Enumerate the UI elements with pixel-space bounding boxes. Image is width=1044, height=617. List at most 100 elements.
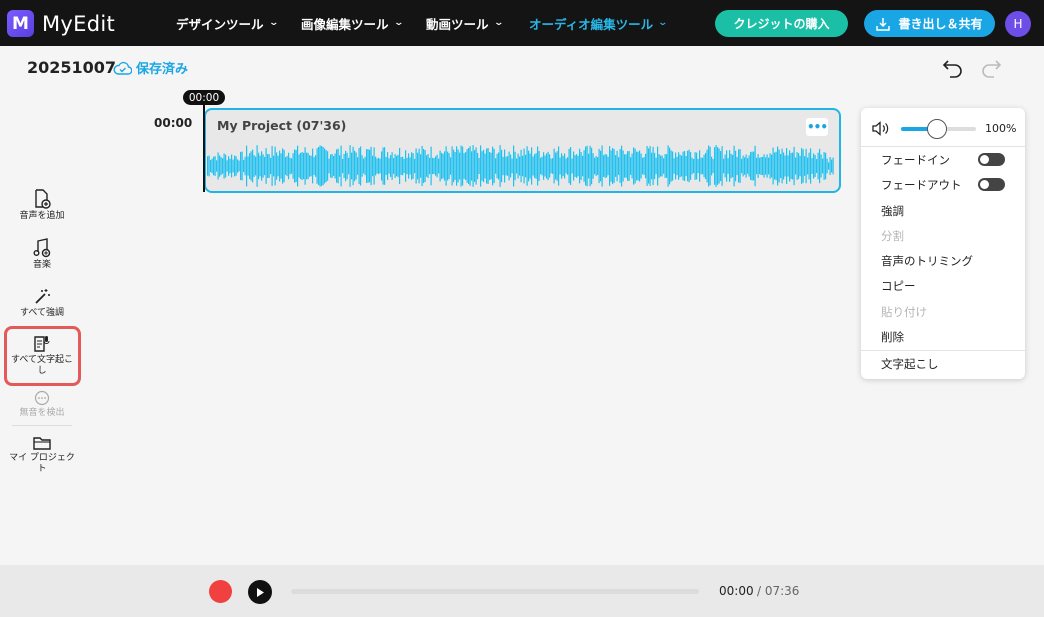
play-button[interactable] [248, 580, 272, 604]
waveform-bar [231, 154, 233, 178]
redo-icon[interactable] [980, 58, 1002, 78]
waveform-bar [477, 152, 479, 180]
waveform-bar [544, 155, 546, 177]
waveform-bar [247, 156, 249, 176]
waveform-bar [613, 149, 615, 183]
menu-fade-out[interactable]: フェードアウト [881, 177, 962, 193]
time-separator: / [757, 584, 765, 598]
waveform-bar [459, 152, 461, 180]
waveform-bar [366, 149, 368, 183]
waveform-bar [580, 152, 582, 180]
menu-trim-audio[interactable]: 音声のトリミング [881, 253, 973, 269]
waveform-bar [472, 145, 474, 187]
waveform-bar [244, 156, 246, 176]
clip-more-button[interactable]: ••• [806, 118, 828, 136]
waveform-bar [406, 157, 408, 175]
export-share-button[interactable]: 書き出し＆共有 [864, 10, 995, 37]
tool-my-projects[interactable]: マイ プロジェクト [8, 435, 76, 475]
waveform-bar [432, 157, 434, 175]
menu-copy[interactable]: コピー [881, 278, 916, 294]
waveform-bar [517, 153, 519, 179]
waveform-bar [331, 153, 333, 179]
waveform-bar [375, 156, 377, 176]
nav-image-tools[interactable]: 画像編集ツール ⌄ [301, 0, 404, 46]
waveform-bar [273, 155, 275, 177]
buy-credits-button[interactable]: クレジットの購入 [715, 10, 848, 37]
waveform-bar [769, 153, 771, 179]
waveform-bar [370, 146, 372, 186]
waveform-bar [700, 157, 702, 175]
waveform-bar [232, 159, 234, 173]
fade-in-toggle[interactable] [978, 153, 1005, 166]
menu-split[interactable]: 分割 [881, 228, 904, 244]
waveform-bar [514, 151, 516, 181]
waveform-bar [483, 149, 485, 183]
waveform-bar [774, 152, 776, 180]
waveform-bar [394, 154, 396, 178]
waveform-bar [600, 150, 602, 182]
waveform-bar [328, 158, 330, 174]
waveform-bar [736, 156, 738, 176]
waveform-bar [298, 154, 300, 178]
menu-paste[interactable]: 貼り付け [881, 304, 927, 320]
user-avatar[interactable]: H [1005, 11, 1031, 37]
menu-delete[interactable]: 削除 [881, 329, 904, 345]
volume-knob[interactable] [927, 119, 947, 139]
waveform-bar [484, 153, 486, 179]
nav-video-tools[interactable]: 動画ツール ⌄ [426, 0, 504, 46]
waveform-bar [535, 153, 537, 179]
waveform-bar [523, 148, 525, 184]
waveform-bar [714, 147, 716, 185]
waveform-bar [301, 152, 303, 180]
waveform-bar [783, 152, 785, 180]
waveform-bar [759, 157, 761, 175]
playback-progress[interactable] [291, 589, 699, 594]
waveform-bar [652, 146, 654, 186]
nav-label: 画像編集ツール [301, 16, 389, 32]
app-name: MyEdit [42, 11, 116, 36]
project-title[interactable]: 20251007 [27, 58, 116, 77]
menu-fade-in[interactable]: フェードイン [881, 152, 950, 168]
tool-add-audio[interactable]: 音声を追加 [8, 189, 76, 222]
waveform-bar [537, 146, 539, 186]
nav-audio-tools[interactable]: オーディオ編集ツール ⌄ [529, 0, 668, 46]
waveform-bar [505, 156, 507, 176]
record-button[interactable] [209, 580, 232, 603]
menu-enhance[interactable]: 強調 [881, 203, 904, 219]
menu-transcribe[interactable]: 文字起こし [881, 356, 939, 372]
waveform-bar [270, 157, 272, 175]
tool-enhance-all[interactable]: すべて強調 [8, 288, 76, 319]
playhead-time[interactable]: 00:00 [183, 90, 225, 105]
tool-transcribe-all[interactable]: すべて文字起こし [8, 335, 76, 377]
speaker-icon[interactable] [872, 121, 890, 136]
fade-out-toggle[interactable] [978, 178, 1005, 191]
waveform-bar [670, 150, 672, 182]
waveform-bar [345, 150, 347, 182]
waveform-bar [807, 157, 809, 175]
waveform-bar [675, 152, 677, 180]
add-file-icon [35, 189, 51, 209]
waveform-bar [307, 152, 309, 180]
waveform-bar [691, 157, 693, 175]
waveform-bar [216, 160, 218, 172]
waveform-bar [703, 154, 705, 178]
waveform-bar [717, 147, 719, 185]
tool-music[interactable]: 音楽 [8, 238, 76, 271]
waveform-bar [433, 158, 435, 174]
waveform-bar [226, 160, 228, 172]
waveform-bar [511, 158, 513, 174]
waveform-bar [673, 158, 675, 174]
waveform-bar [831, 159, 833, 173]
undo-icon[interactable] [942, 58, 964, 78]
playhead-line[interactable] [203, 105, 205, 192]
waveform-bar [607, 156, 609, 176]
waveform-bar [606, 154, 608, 178]
waveform-bar [627, 151, 629, 181]
tool-detect-silence[interactable]: 無音を検出 [8, 390, 76, 419]
waveform-bar [408, 153, 410, 179]
waveform-bar [588, 153, 590, 179]
audio-clip[interactable]: My Project (07'36) ••• [204, 108, 841, 193]
nav-design-tools[interactable]: デザインツール ⌄ [176, 0, 279, 46]
app-logo[interactable]: M MyEdit [7, 10, 115, 37]
waveform-bar [378, 157, 380, 175]
